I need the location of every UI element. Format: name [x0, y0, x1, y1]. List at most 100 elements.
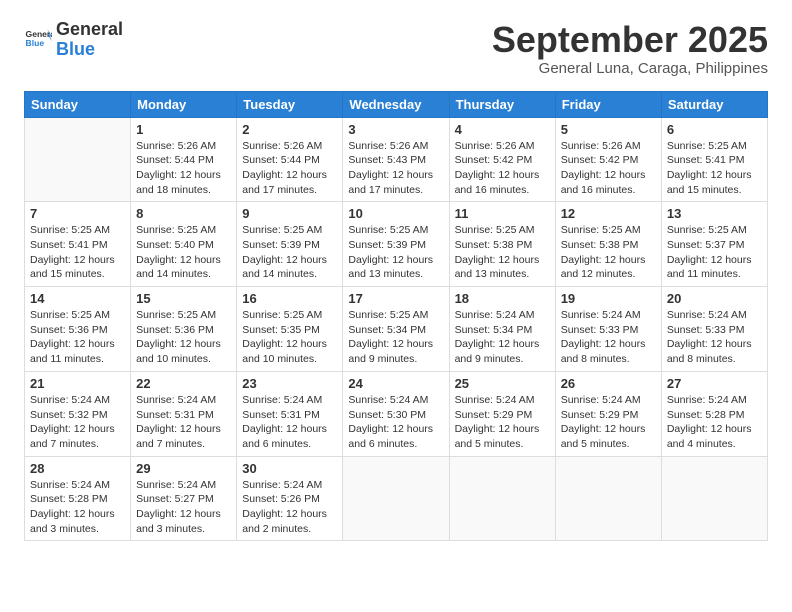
calendar-cell: 13 Sunrise: 5:25 AM Sunset: 5:37 PM Dayli… — [661, 202, 767, 287]
calendar-cell: 17 Sunrise: 5:25 AM Sunset: 5:34 PM Dayli… — [343, 287, 449, 372]
day-number: 3 — [348, 122, 443, 137]
day-number: 8 — [136, 206, 231, 221]
calendar-cell: 23 Sunrise: 5:24 AM Sunset: 5:31 PM Dayli… — [237, 371, 343, 456]
calendar-day-header: Sunday — [25, 91, 131, 117]
day-number: 4 — [455, 122, 550, 137]
calendar-day-header: Thursday — [449, 91, 555, 117]
day-info: Sunrise: 5:25 AM Sunset: 5:39 PM Dayligh… — [348, 223, 443, 282]
calendar-week-row: 21 Sunrise: 5:24 AM Sunset: 5:32 PM Dayli… — [25, 371, 768, 456]
day-number: 27 — [667, 376, 762, 391]
day-number: 29 — [136, 461, 231, 476]
day-info: Sunrise: 5:24 AM Sunset: 5:29 PM Dayligh… — [455, 393, 550, 452]
calendar-cell — [449, 456, 555, 541]
day-info: Sunrise: 5:25 AM Sunset: 5:38 PM Dayligh… — [561, 223, 656, 282]
logo-general-text: General — [56, 19, 123, 39]
logo-icon: General Blue — [24, 26, 52, 54]
day-info: Sunrise: 5:25 AM Sunset: 5:35 PM Dayligh… — [242, 308, 337, 367]
day-number: 11 — [455, 206, 550, 221]
calendar-cell: 22 Sunrise: 5:24 AM Sunset: 5:31 PM Dayli… — [131, 371, 237, 456]
calendar-cell: 12 Sunrise: 5:25 AM Sunset: 5:38 PM Dayli… — [555, 202, 661, 287]
calendar-cell — [343, 456, 449, 541]
day-number: 17 — [348, 291, 443, 306]
day-number: 21 — [30, 376, 125, 391]
calendar-cell: 30 Sunrise: 5:24 AM Sunset: 5:26 PM Dayli… — [237, 456, 343, 541]
calendar-cell: 27 Sunrise: 5:24 AM Sunset: 5:28 PM Dayli… — [661, 371, 767, 456]
day-number: 5 — [561, 122, 656, 137]
calendar-week-row: 1 Sunrise: 5:26 AM Sunset: 5:44 PM Daylig… — [25, 117, 768, 202]
day-info: Sunrise: 5:25 AM Sunset: 5:36 PM Dayligh… — [30, 308, 125, 367]
day-number: 20 — [667, 291, 762, 306]
day-info: Sunrise: 5:25 AM Sunset: 5:36 PM Dayligh… — [136, 308, 231, 367]
calendar-cell: 21 Sunrise: 5:24 AM Sunset: 5:32 PM Dayli… — [25, 371, 131, 456]
calendar-cell: 5 Sunrise: 5:26 AM Sunset: 5:42 PM Daylig… — [555, 117, 661, 202]
calendar-cell: 9Sunrise: 5:25 AM Sunset: 5:39 PM Daylig… — [237, 202, 343, 287]
day-info: Sunrise: 5:24 AM Sunset: 5:33 PM Dayligh… — [667, 308, 762, 367]
day-info: Sunrise: 5:26 AM Sunset: 5:44 PM Dayligh… — [136, 139, 231, 198]
day-info: Sunrise: 5:24 AM Sunset: 5:30 PM Dayligh… — [348, 393, 443, 452]
calendar-day-header: Monday — [131, 91, 237, 117]
calendar-cell: 11Sunrise: 5:25 AM Sunset: 5:38 PM Dayli… — [449, 202, 555, 287]
calendar-cell: 1 Sunrise: 5:26 AM Sunset: 5:44 PM Daylig… — [131, 117, 237, 202]
day-number: 6 — [667, 122, 762, 137]
day-info: Sunrise: 5:24 AM Sunset: 5:32 PM Dayligh… — [30, 393, 125, 452]
day-number: 23 — [242, 376, 337, 391]
day-info: Sunrise: 5:24 AM Sunset: 5:29 PM Dayligh… — [561, 393, 656, 452]
calendar-day-header: Wednesday — [343, 91, 449, 117]
day-info: Sunrise: 5:25 AM Sunset: 5:41 PM Dayligh… — [30, 223, 125, 282]
day-number: 26 — [561, 376, 656, 391]
day-info: Sunrise: 5:26 AM Sunset: 5:42 PM Dayligh… — [455, 139, 550, 198]
calendar-cell: 3 Sunrise: 5:26 AM Sunset: 5:43 PM Daylig… — [343, 117, 449, 202]
day-info: Sunrise: 5:25 AM Sunset: 5:34 PM Dayligh… — [348, 308, 443, 367]
calendar-table: SundayMondayTuesdayWednesdayThursdayFrid… — [24, 91, 768, 542]
calendar-cell: 19Sunrise: 5:24 AM Sunset: 5:33 PM Dayli… — [555, 287, 661, 372]
day-info: Sunrise: 5:26 AM Sunset: 5:42 PM Dayligh… — [561, 139, 656, 198]
day-number: 1 — [136, 122, 231, 137]
calendar-cell: 10 Sunrise: 5:25 AM Sunset: 5:39 PM Dayli… — [343, 202, 449, 287]
month-title: September 2025 — [492, 20, 768, 60]
calendar-week-row: 7 Sunrise: 5:25 AM Sunset: 5:41 PM Daylig… — [25, 202, 768, 287]
day-info: Sunrise: 5:25 AM Sunset: 5:41 PM Dayligh… — [667, 139, 762, 198]
calendar-cell: 4 Sunrise: 5:26 AM Sunset: 5:42 PM Daylig… — [449, 117, 555, 202]
calendar-cell: 20 Sunrise: 5:24 AM Sunset: 5:33 PM Dayli… — [661, 287, 767, 372]
calendar-cell — [25, 117, 131, 202]
day-number: 15 — [136, 291, 231, 306]
day-info: Sunrise: 5:24 AM Sunset: 5:26 PM Dayligh… — [242, 478, 337, 537]
day-number: 10 — [348, 206, 443, 221]
day-number: 13 — [667, 206, 762, 221]
day-info: Sunrise: 5:25 AM Sunset: 5:37 PM Dayligh… — [667, 223, 762, 282]
day-number: 22 — [136, 376, 231, 391]
calendar-cell: 2Sunrise: 5:26 AM Sunset: 5:44 PM Daylig… — [237, 117, 343, 202]
calendar-cell — [555, 456, 661, 541]
day-info: Sunrise: 5:24 AM Sunset: 5:31 PM Dayligh… — [136, 393, 231, 452]
day-info: Sunrise: 5:24 AM Sunset: 5:31 PM Dayligh… — [242, 393, 337, 452]
day-number: 16 — [242, 291, 337, 306]
day-number: 25 — [455, 376, 550, 391]
calendar-week-row: 28Sunrise: 5:24 AM Sunset: 5:28 PM Dayli… — [25, 456, 768, 541]
calendar-day-header: Saturday — [661, 91, 767, 117]
calendar-day-header: Friday — [555, 91, 661, 117]
title-block: September 2025 General Luna, Caraga, Phi… — [492, 20, 768, 77]
calendar-cell — [661, 456, 767, 541]
calendar-cell: 7 Sunrise: 5:25 AM Sunset: 5:41 PM Daylig… — [25, 202, 131, 287]
calendar-week-row: 14 Sunrise: 5:25 AM Sunset: 5:36 PM Dayli… — [25, 287, 768, 372]
calendar-cell: 14 Sunrise: 5:25 AM Sunset: 5:36 PM Dayli… — [25, 287, 131, 372]
day-number: 24 — [348, 376, 443, 391]
day-number: 12 — [561, 206, 656, 221]
day-number: 7 — [30, 206, 125, 221]
logo: General Blue General Blue — [24, 20, 123, 60]
day-info: Sunrise: 5:24 AM Sunset: 5:33 PM Dayligh… — [561, 308, 656, 367]
day-number: 14 — [30, 291, 125, 306]
day-info: Sunrise: 5:24 AM Sunset: 5:27 PM Dayligh… — [136, 478, 231, 537]
calendar-header-row: SundayMondayTuesdayWednesdayThursdayFrid… — [25, 91, 768, 117]
day-info: Sunrise: 5:26 AM Sunset: 5:43 PM Dayligh… — [348, 139, 443, 198]
calendar-cell: 8 Sunrise: 5:25 AM Sunset: 5:40 PM Daylig… — [131, 202, 237, 287]
day-number: 30 — [242, 461, 337, 476]
calendar-cell: 15 Sunrise: 5:25 AM Sunset: 5:36 PM Dayli… — [131, 287, 237, 372]
calendar-cell: 28Sunrise: 5:24 AM Sunset: 5:28 PM Dayli… — [25, 456, 131, 541]
day-info: Sunrise: 5:24 AM Sunset: 5:28 PM Dayligh… — [667, 393, 762, 452]
day-info: Sunrise: 5:24 AM Sunset: 5:28 PM Dayligh… — [30, 478, 125, 537]
day-number: 9 — [242, 206, 337, 221]
calendar-cell: 18Sunrise: 5:24 AM Sunset: 5:34 PM Dayli… — [449, 287, 555, 372]
calendar-cell: 6 Sunrise: 5:25 AM Sunset: 5:41 PM Daylig… — [661, 117, 767, 202]
day-info: Sunrise: 5:25 AM Sunset: 5:40 PM Dayligh… — [136, 223, 231, 282]
